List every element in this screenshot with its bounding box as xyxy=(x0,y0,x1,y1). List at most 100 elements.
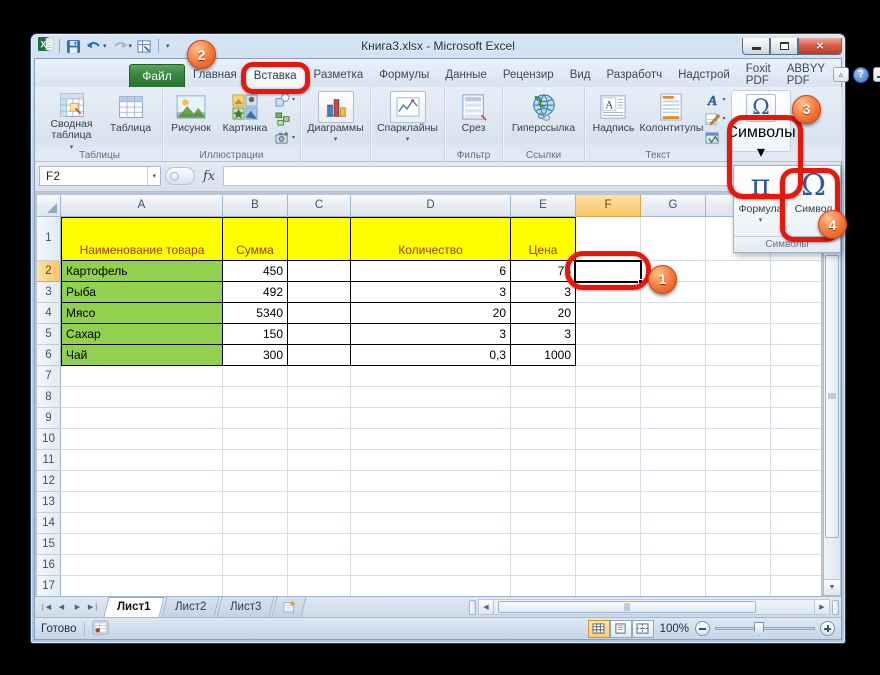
insert-sheet-button[interactable] xyxy=(271,597,307,618)
cell-b5[interactable]: 150 xyxy=(223,323,288,345)
empty-cell[interactable] xyxy=(511,449,576,471)
cell-a2[interactable]: Картофель xyxy=(61,260,223,282)
empty-cell[interactable] xyxy=(288,449,351,471)
cell-f4[interactable] xyxy=(576,302,641,324)
cell-c1[interactable] xyxy=(288,216,351,261)
page-layout-view-button[interactable] xyxy=(609,619,632,638)
empty-cell[interactable] xyxy=(511,533,576,555)
cell-b2[interactable]: 450 xyxy=(223,260,288,282)
empty-cell[interactable] xyxy=(706,491,771,513)
empty-cell[interactable] xyxy=(288,512,351,534)
zoom-in-button[interactable] xyxy=(820,621,835,637)
empty-cell[interactable] xyxy=(61,554,223,576)
empty-cell[interactable] xyxy=(771,366,821,387)
empty-cell[interactable] xyxy=(223,575,288,597)
empty-cell[interactable] xyxy=(641,428,706,450)
cell-c4[interactable] xyxy=(288,302,351,324)
empty-cell[interactable] xyxy=(61,365,223,387)
restore-button[interactable] xyxy=(770,37,798,55)
row-header-12[interactable]: 12 xyxy=(37,470,61,492)
cell-b1[interactable]: Сумма xyxy=(223,216,288,261)
empty-cell[interactable] xyxy=(576,554,641,576)
cell-h3[interactable] xyxy=(706,281,771,303)
empty-cell[interactable] xyxy=(223,449,288,471)
empty-cell[interactable] xyxy=(351,365,511,387)
empty-cell[interactable] xyxy=(511,386,576,408)
col-header-d[interactable]: D xyxy=(351,194,511,217)
cell-h2[interactable] xyxy=(706,260,771,282)
macro-record-icon[interactable] xyxy=(92,620,109,638)
empty-cell[interactable] xyxy=(641,533,706,555)
empty-cell[interactable] xyxy=(576,386,641,408)
empty-cell[interactable] xyxy=(351,554,511,576)
cell-g4[interactable] xyxy=(641,302,706,324)
empty-cell[interactable] xyxy=(223,386,288,408)
scroll-left-icon[interactable]: ◀ xyxy=(478,599,494,616)
empty-cell[interactable] xyxy=(706,575,771,597)
empty-cell[interactable] xyxy=(511,428,576,450)
first-sheet-icon[interactable]: ❘◀ xyxy=(38,600,53,615)
scroll-split-handle[interactable] xyxy=(832,599,839,615)
vertical-scrollbar[interactable]: ▲ ▼ xyxy=(823,194,841,597)
empty-cell[interactable] xyxy=(351,470,511,492)
empty-cell[interactable] xyxy=(351,533,511,555)
prev-sheet-icon[interactable]: ◀ xyxy=(54,600,69,615)
tab-nadstroyki[interactable]: Надстрой xyxy=(670,64,738,87)
col-header-e[interactable]: E xyxy=(511,194,576,217)
slicer-button[interactable]: Срез xyxy=(448,89,500,149)
empty-cell[interactable] xyxy=(61,512,223,534)
symbols-button[interactable]: Ω Символы ▾ xyxy=(726,89,796,161)
qat-more-arrow[interactable]: ▾ xyxy=(166,42,170,50)
book-minimize-button[interactable] xyxy=(872,67,880,83)
cell-g1[interactable] xyxy=(641,216,706,261)
cell-d4[interactable]: 20 xyxy=(351,302,511,324)
pivot-table-button[interactable]: Сводная таблица ▾ xyxy=(41,89,103,151)
grid[interactable]: A B C D E F G H 1 Наименование товара Су… xyxy=(37,194,821,597)
empty-cell[interactable] xyxy=(351,386,511,408)
cell-f3[interactable] xyxy=(576,281,641,303)
screenshot-button[interactable]: ▾ xyxy=(275,130,295,146)
undo-button[interactable]: ▾ xyxy=(85,37,108,55)
empty-cell[interactable] xyxy=(288,428,351,450)
empty-cell[interactable] xyxy=(706,533,771,555)
empty-cell[interactable] xyxy=(511,554,576,576)
empty-cell[interactable] xyxy=(576,428,641,450)
select-all-corner[interactable] xyxy=(37,194,61,217)
cell-b4[interactable]: 5340 xyxy=(223,302,288,324)
empty-cell[interactable] xyxy=(223,533,288,555)
row-header-15[interactable]: 15 xyxy=(37,533,61,555)
empty-cell[interactable] xyxy=(223,512,288,534)
cell-c6[interactable] xyxy=(288,344,351,366)
close-button[interactable]: × xyxy=(798,37,842,55)
tab-razrabotchik[interactable]: Разработч xyxy=(599,64,671,87)
empty-cell[interactable] xyxy=(771,450,821,471)
tab-vid[interactable]: Вид xyxy=(562,64,599,87)
cell-g5[interactable] xyxy=(641,323,706,345)
empty-cell[interactable] xyxy=(641,386,706,408)
sheet-tab-list2[interactable]: Лист2 xyxy=(161,597,220,618)
active-cell-selection[interactable] xyxy=(574,259,643,284)
cell-d5[interactable]: 3 xyxy=(351,323,511,345)
empty-cell[interactable] xyxy=(771,408,821,429)
empty-cell[interactable] xyxy=(511,512,576,534)
cell-a4[interactable]: Мясо xyxy=(61,302,223,324)
row-header-3[interactable]: 3 xyxy=(37,281,61,303)
empty-cell[interactable] xyxy=(511,470,576,492)
cell-f5[interactable] xyxy=(576,323,641,345)
empty-cell[interactable] xyxy=(706,407,771,429)
empty-cell[interactable] xyxy=(771,471,821,492)
empty-cell[interactable] xyxy=(576,470,641,492)
cell-a1[interactable]: Наименование товара xyxy=(61,216,223,261)
cell-i3[interactable] xyxy=(771,282,821,303)
row-header-6[interactable]: 6 xyxy=(37,344,61,366)
cell-e3[interactable]: 3 xyxy=(511,281,576,303)
cell-b3[interactable]: 492 xyxy=(223,281,288,303)
cell-d6[interactable]: 0,3 xyxy=(351,344,511,366)
empty-cell[interactable] xyxy=(706,428,771,450)
cell-i6[interactable] xyxy=(771,345,821,366)
help-button[interactable]: ? xyxy=(852,66,869,83)
col-header-a[interactable]: A xyxy=(61,194,223,217)
zoom-level[interactable]: 100% xyxy=(660,623,689,635)
sparklines-button[interactable]: Спарклайны ▾ xyxy=(373,89,443,149)
fx-icon[interactable]: fx xyxy=(199,169,219,184)
